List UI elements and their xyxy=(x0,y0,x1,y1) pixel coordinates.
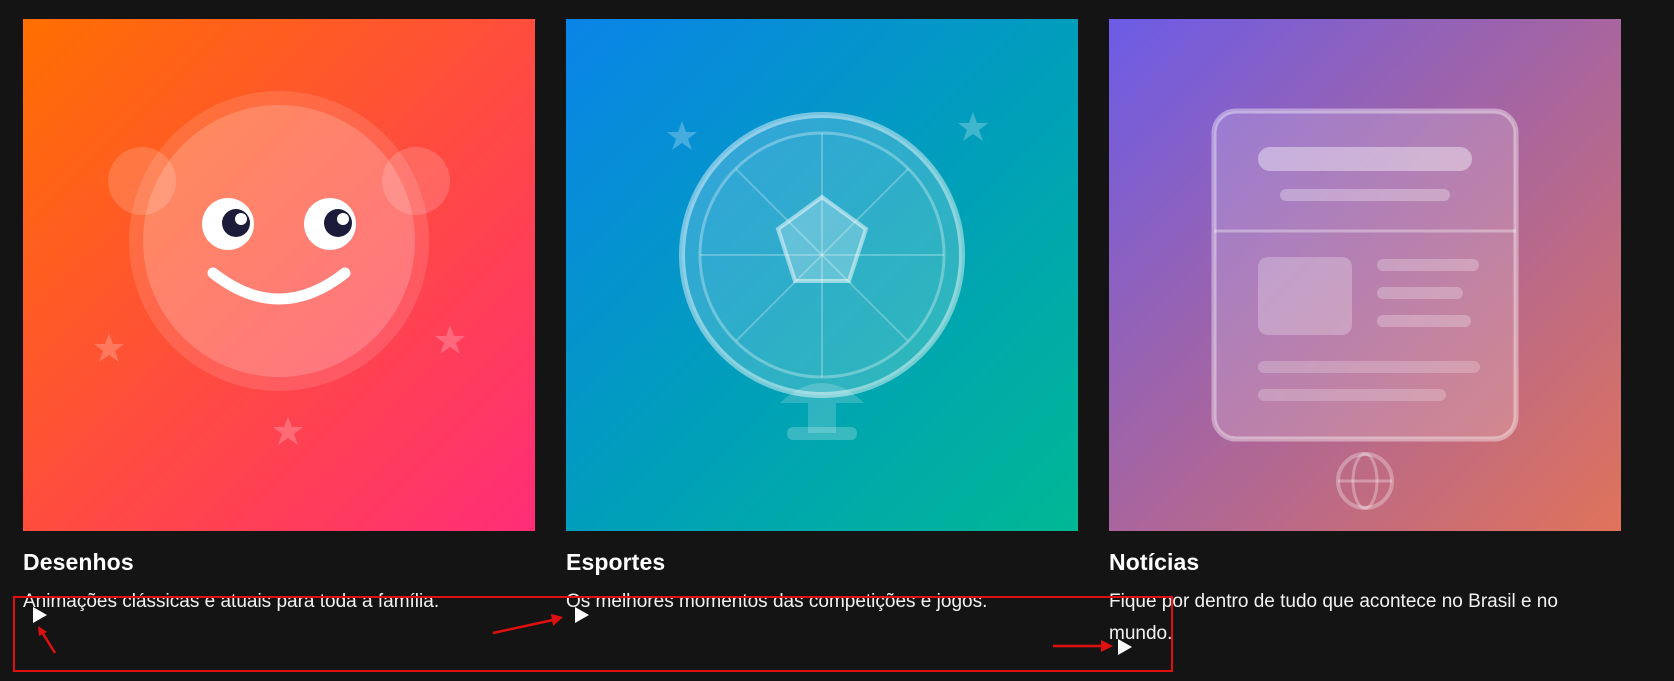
card-thumbnail-desenhos[interactable] xyxy=(23,19,535,531)
play-icon xyxy=(1118,639,1132,655)
play-button-desenhos[interactable] xyxy=(28,603,52,627)
category-card-desenhos[interactable]: Desenhos Animações clássicas e atuais pa… xyxy=(23,19,535,618)
card-title: Notícias xyxy=(1109,549,1200,575)
card-title: Desenhos xyxy=(23,549,134,575)
play-button-esportes[interactable] xyxy=(570,603,594,627)
news-tablet-illustration xyxy=(1109,19,1621,531)
category-grid: Desenhos Animações clássicas e atuais pa… xyxy=(0,0,1674,681)
play-icon xyxy=(575,607,589,623)
card-title: Esportes xyxy=(566,549,666,575)
card-description: Os melhores momentos das competições e j… xyxy=(566,591,988,612)
play-button-noticias[interactable] xyxy=(1113,635,1137,659)
annotation-arrow-icon xyxy=(38,626,57,654)
category-card-esportes[interactable]: Esportes Os melhores momentos das compet… xyxy=(566,19,1078,618)
trophy-ball-illustration xyxy=(566,19,1078,531)
card-thumbnail-esportes[interactable] xyxy=(566,19,1078,531)
play-icon xyxy=(33,607,47,623)
card-description: Fique por dentro de tudo que acontece no… xyxy=(1109,591,1558,644)
category-card-noticias[interactable]: Notícias Fique por dentro de tudo que ac… xyxy=(1109,19,1621,650)
card-thumbnail-noticias[interactable] xyxy=(1109,19,1621,531)
card-description: Animações clássicas e atuais para toda a… xyxy=(23,591,440,612)
cartoon-face-illustration xyxy=(23,19,535,531)
